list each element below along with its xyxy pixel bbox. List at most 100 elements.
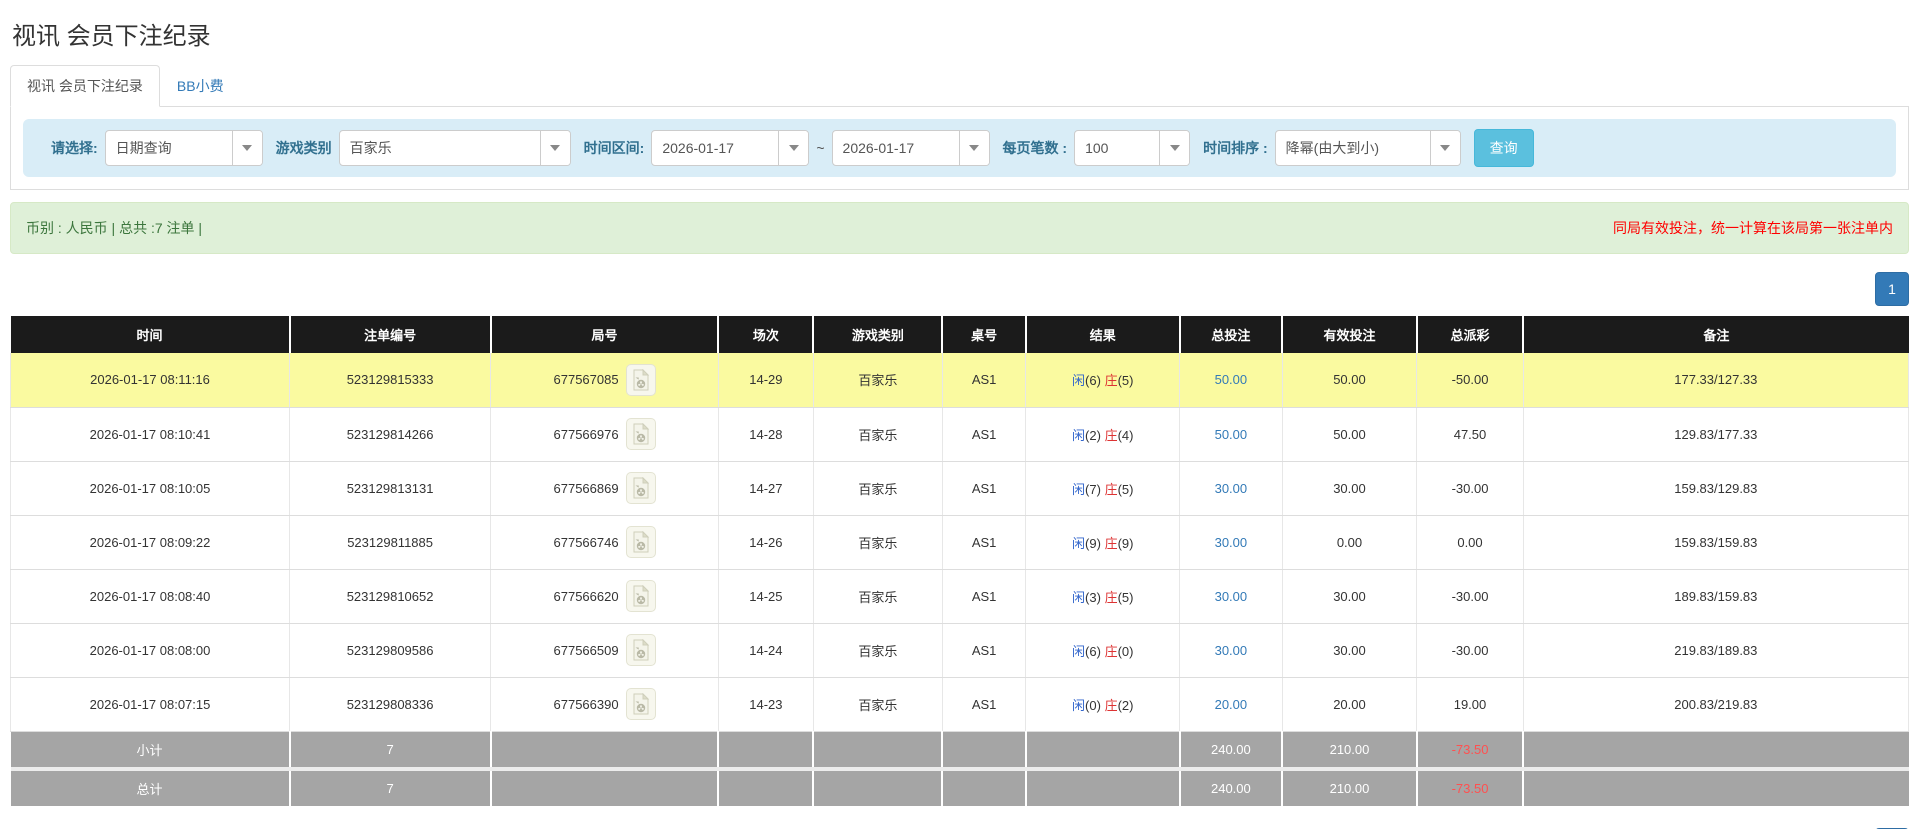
cell-bet-id-text: 523129808336 <box>346 696 434 712</box>
cell-table-no-text: AS1 <box>971 480 997 496</box>
cell-time-text: 2026-01-17 08:09:22 <box>89 534 211 550</box>
cell-payout: -30.00 <box>1416 461 1524 516</box>
cell-bet-id: 523129811885 <box>289 515 492 570</box>
result-banker-score: (5) <box>1117 589 1134 605</box>
search-button[interactable]: 查询 <box>1473 129 1534 167</box>
chevron-down-icon[interactable] <box>778 131 809 165</box>
video-replay-button[interactable] <box>625 526 656 558</box>
cell-valid-bet-text: 30.00 <box>1333 642 1366 658</box>
cell-table-no-text: AS1 <box>971 696 997 712</box>
cell-note: 129.83/177.33 <box>1523 407 1910 462</box>
cell-result: 闲(6) 庄(0) <box>1025 623 1181 678</box>
cell-session-text: 14-24 <box>749 642 783 658</box>
tab-bb-tip[interactable]: BB小费 <box>160 65 241 107</box>
cell-time-text: 2026-01-17 08:08:00 <box>89 642 211 658</box>
video-file-icon <box>633 639 649 661</box>
footer-label: 小计 <box>10 731 291 769</box>
cell-valid-bet: 30.00 <box>1282 623 1418 678</box>
tab-betting-records[interactable]: 视讯 会员下注纪录 <box>10 65 160 107</box>
total-bet-link[interactable]: 30.00 <box>1215 535 1248 550</box>
cell-session-text: 14-27 <box>749 480 783 496</box>
page-title: 视讯 会员下注纪录 <box>12 23 211 50</box>
total-bet-link[interactable]: 30.00 <box>1215 643 1248 658</box>
time-sort-select[interactable]: 降幂(由大到小) <box>1274 130 1461 166</box>
column-header: 总投注 <box>1179 316 1284 353</box>
result-banker-score: (5) <box>1117 481 1134 497</box>
footer-payout: -73.50 <box>1416 731 1525 769</box>
cell-time: 2026-01-17 08:10:05 <box>10 461 290 516</box>
footer-count: 7 <box>289 731 492 769</box>
date-to-picker[interactable]: 2026-01-17 <box>831 130 990 166</box>
table-row: 2026-01-17 08:08:40 523129810652 677566620… <box>10 569 1910 624</box>
cell-table-no: AS1 <box>942 407 1027 462</box>
cell-valid-bet-text: 20.00 <box>1333 696 1366 712</box>
cell-payout-text: 19.00 <box>1453 696 1487 712</box>
cell-game-type: 百家乐 <box>813 677 943 732</box>
total-bet-link[interactable]: 30.00 <box>1215 481 1248 496</box>
cell-session: 14-24 <box>718 623 814 678</box>
game-type-select[interactable]: 百家乐 <box>338 130 571 166</box>
video-replay-button[interactable] <box>625 634 656 666</box>
grand-total-row: 总计 7 240.00 210.00 -73.50 <box>10 766 1909 806</box>
cell-total-bet: 20.00 <box>1179 677 1283 732</box>
round-id-text: 677567085 <box>553 372 619 388</box>
cell-time: 2026-01-17 08:08:40 <box>10 569 290 624</box>
cell-table-no-text: AS1 <box>971 372 997 388</box>
video-replay-button[interactable] <box>625 580 656 612</box>
chevron-down-icon[interactable] <box>1429 131 1460 165</box>
cell-total-bet: 50.00 <box>1179 407 1283 462</box>
chevron-down-icon[interactable] <box>958 131 989 165</box>
cell-session: 14-28 <box>718 407 814 462</box>
chevron-down-icon[interactable] <box>1159 131 1190 165</box>
cell-game-type: 百家乐 <box>813 569 943 624</box>
cell-note: 219.83/189.83 <box>1523 623 1910 678</box>
result-banker-score: (4) <box>1117 427 1134 443</box>
cell-game-type: 百家乐 <box>813 353 943 408</box>
cell-bet-id: 523129814266 <box>289 407 492 462</box>
video-replay-button[interactable] <box>625 688 656 720</box>
footer-empty <box>813 731 944 769</box>
tab-betting-records-label: 视讯 会员下注纪录 <box>27 78 143 94</box>
page-1-button-top[interactable]: 1 <box>1875 272 1909 306</box>
result-player-label: 闲 <box>1072 535 1086 551</box>
result-banker-score: (5) <box>1117 373 1134 389</box>
result-banker-score: (2) <box>1117 697 1134 713</box>
currency-summary-text: 币别 : 人民币 | 总共 :7 注单 | <box>26 220 203 236</box>
cell-valid-bet: 50.00 <box>1282 353 1418 408</box>
cell-table-no: AS1 <box>942 515 1027 570</box>
total-bet-link[interactable]: 20.00 <box>1215 697 1248 712</box>
result-player-label: 闲 <box>1072 589 1086 605</box>
total-bet-link[interactable]: 50.00 <box>1215 427 1248 442</box>
cell-table-no-text: AS1 <box>971 642 997 658</box>
date-from-picker[interactable]: 2026-01-17 <box>651 130 810 166</box>
video-replay-button[interactable] <box>625 472 656 504</box>
video-replay-button[interactable] <box>625 363 656 396</box>
footer-empty <box>942 731 1027 769</box>
cell-result: 闲(7) 庄(5) <box>1025 461 1181 516</box>
cell-result: 闲(2) 庄(4) <box>1025 407 1181 462</box>
cell-valid-bet-text: 0.00 <box>1336 534 1363 550</box>
query-type-select[interactable]: 日期查询 <box>104 130 263 166</box>
cell-time: 2026-01-17 08:07:15 <box>10 677 290 732</box>
chevron-down-icon[interactable] <box>231 131 262 165</box>
cell-payout: -30.00 <box>1416 623 1524 678</box>
total-bet-link[interactable]: 50.00 <box>1215 372 1248 387</box>
footer-total-bet: 240.00 <box>1179 731 1284 769</box>
chevron-down-icon[interactable] <box>539 131 570 165</box>
cell-note: 177.33/127.33 <box>1523 353 1910 408</box>
cell-session-text: 14-29 <box>749 372 783 388</box>
result-player-label: 闲 <box>1072 697 1086 713</box>
cell-time-text: 2026-01-17 08:10:05 <box>89 480 211 496</box>
cell-time: 2026-01-17 08:11:16 <box>10 353 290 408</box>
valid-bet-notice-text: 同局有效投注，统一计算在该局第一张注单内 <box>1613 220 1893 236</box>
cell-table-no: AS1 <box>942 353 1027 408</box>
video-replay-button[interactable] <box>625 418 656 450</box>
footer-total-bet: 240.00 <box>1179 766 1284 806</box>
cell-note: 189.83/159.83 <box>1523 569 1910 624</box>
date-range-label: 时间区间: <box>583 140 645 156</box>
cell-game-type-text: 百家乐 <box>858 481 898 497</box>
cell-note-text: 129.83/177.33 <box>1674 426 1758 442</box>
result-player-score: (7) <box>1085 481 1101 497</box>
page-size-select[interactable]: 100 <box>1074 130 1191 166</box>
total-bet-link[interactable]: 30.00 <box>1215 589 1248 604</box>
